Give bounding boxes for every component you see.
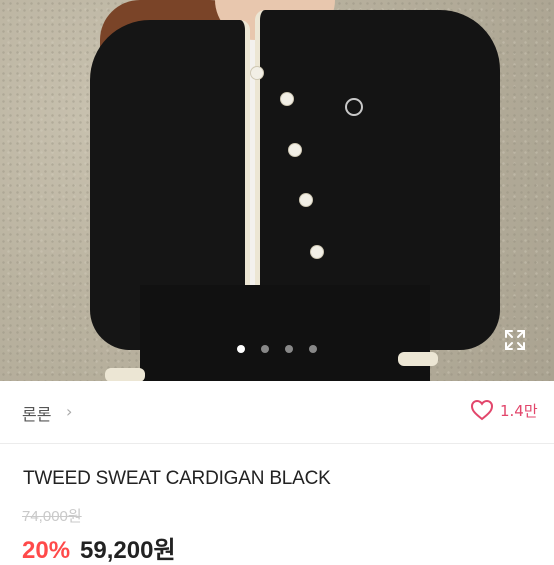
seller-name[interactable]: 론론 <box>22 401 51 425</box>
cardigan-button <box>288 143 302 157</box>
carousel-dots <box>0 345 554 353</box>
carousel-dot[interactable] <box>309 345 317 353</box>
heart-outline-icon <box>470 399 494 421</box>
sleeve-cuff <box>105 368 145 381</box>
cardigan-button <box>299 193 313 207</box>
product-image-carousel[interactable] <box>0 0 554 381</box>
sleeve-cuff <box>398 352 438 366</box>
chevron-right-icon: › <box>66 402 73 421</box>
discount-rate: 20% <box>22 537 71 564</box>
sale-price: 59,200원 <box>80 537 176 564</box>
carousel-dot-active[interactable] <box>237 345 245 353</box>
like-count: 1.4만 <box>500 401 538 420</box>
carousel-dot[interactable] <box>285 345 293 353</box>
cardigan-button <box>310 245 324 259</box>
cardigan-button <box>280 92 294 106</box>
like-button[interactable]: 1.4만 <box>470 399 538 421</box>
black-trousers <box>140 285 430 381</box>
cardigan-button <box>250 66 264 80</box>
expand-icon[interactable] <box>503 328 527 352</box>
seller-row[interactable]: 론론 › 1.4만 <box>0 381 554 444</box>
price-row: 20% 59,200원 <box>22 530 176 565</box>
carousel-dot[interactable] <box>261 345 269 353</box>
original-price: 74,000원 <box>22 508 82 525</box>
product-title: TWEED SWEAT CARDIGAN BLACK <box>23 468 331 489</box>
emblem-icon <box>345 98 363 116</box>
